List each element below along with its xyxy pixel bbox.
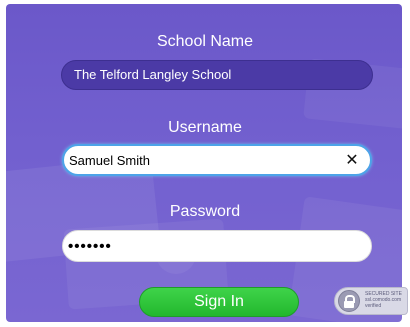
username-field[interactable]: ✕ (62, 144, 372, 176)
lock-icon (338, 290, 360, 312)
seal-line-2: verified (365, 303, 382, 309)
username-input[interactable] (64, 146, 334, 174)
sign-in-button[interactable]: Sign In (139, 287, 299, 317)
username-label: Username (168, 119, 242, 136)
close-icon[interactable]: ✕ (342, 149, 362, 171)
secured-site-seal[interactable]: SECURED SITE ssl.comodo.com verified (334, 287, 408, 315)
password-label: Password (169, 203, 241, 220)
school-name-field: The Telford Langley School (61, 60, 373, 90)
password-field[interactable] (62, 230, 372, 262)
password-input[interactable] (63, 231, 333, 261)
page: School Name The Telford Langley School U… (0, 0, 410, 327)
school-name-label: School Name (156, 33, 254, 50)
seal-text: SECURED SITE ssl.comodo.com verified (365, 291, 402, 309)
